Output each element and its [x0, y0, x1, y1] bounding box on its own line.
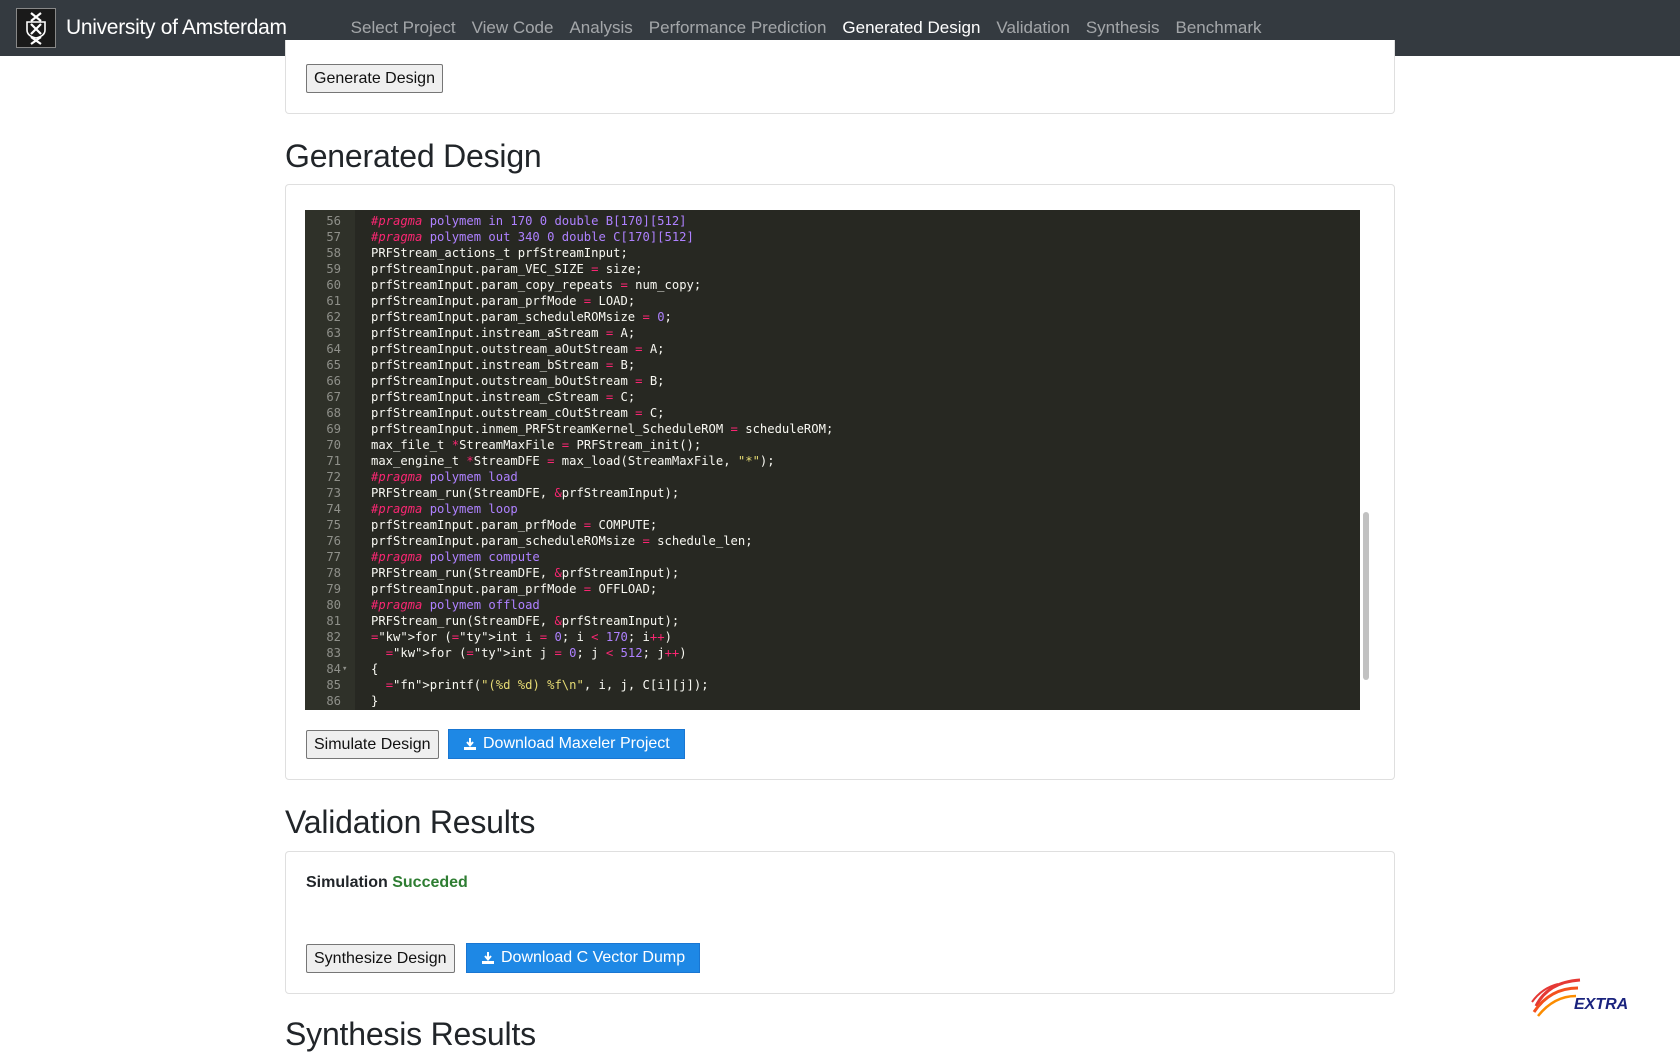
- download-maxeler-project-button[interactable]: Download Maxeler Project: [448, 729, 685, 759]
- nav-performance-prediction[interactable]: Performance Prediction: [641, 18, 835, 38]
- validation-results-heading: Validation Results: [285, 804, 536, 840]
- code-text: max_file_t *StreamMaxFile = PRFStream_in…: [371, 438, 702, 452]
- editor-scrollbar[interactable]: [1363, 512, 1369, 680]
- line-number: 82: [326, 630, 341, 644]
- brand-name: University of Amsterdam: [66, 16, 287, 39]
- line-number: 59: [326, 262, 341, 276]
- synthesize-design-button[interactable]: Synthesize Design: [306, 944, 455, 973]
- line-number: 70: [326, 438, 341, 452]
- line-number: 77: [326, 550, 341, 564]
- line-number: 78: [326, 566, 341, 580]
- simulation-status-label: Simulation: [306, 874, 388, 891]
- nav-select-project[interactable]: Select Project: [343, 18, 464, 38]
- generated-design-heading: Generated Design: [285, 138, 542, 174]
- nav-validation[interactable]: Validation: [988, 18, 1077, 38]
- download-c-vector-dump-label: Download C Vector Dump: [501, 949, 686, 966]
- line-number: 67: [326, 390, 341, 404]
- brand[interactable]: University of Amsterdam: [16, 8, 287, 48]
- nav-analysis[interactable]: Analysis: [561, 18, 640, 38]
- code-text: prfStreamInput.param_prfMode = COMPUTE;: [371, 518, 658, 532]
- code-text: {: [371, 662, 379, 676]
- code-text: prfStreamInput.outstream_cOutStream = C;: [371, 406, 665, 420]
- line-number: 76: [326, 534, 341, 548]
- line-number: 69: [326, 422, 341, 436]
- code-text: #pragma polymem load: [371, 470, 518, 484]
- download-icon: [464, 738, 476, 750]
- line-number: 62: [326, 310, 341, 324]
- line-number: 60: [326, 278, 341, 292]
- download-c-vector-dump-button[interactable]: Download C Vector Dump: [466, 943, 701, 973]
- nav-generated-design[interactable]: Generated Design: [834, 18, 988, 38]
- simulation-status-value: Succeded: [392, 874, 468, 891]
- line-number: 61: [326, 294, 341, 308]
- line-number: 81: [326, 614, 341, 628]
- line-number: 84: [326, 662, 341, 676]
- code-text: #pragma polymem in 170 0 double B[170][5…: [371, 214, 687, 228]
- line-number: 83: [326, 646, 341, 660]
- code-text: prfStreamInput.param_prfMode = OFFLOAD;: [371, 582, 658, 596]
- code-text: PRFStream_run(StreamDFE, &prfStreamInput…: [371, 486, 680, 500]
- code-text: }: [371, 694, 379, 708]
- line-number: 74: [326, 502, 341, 516]
- line-number: 75: [326, 518, 341, 532]
- extra-logo: EXTRA: [1528, 976, 1632, 1025]
- nav-links: Select Project View Code Analysis Perfor…: [343, 18, 1270, 38]
- simulation-status: Simulation Succeded: [306, 874, 468, 892]
- line-number: 58: [326, 246, 341, 260]
- code-text: #pragma polymem loop: [371, 502, 518, 516]
- synthesis-results-heading: Synthesis Results: [285, 1016, 536, 1052]
- code-text: prfStreamInput.param_copy_repeats = num_…: [371, 278, 702, 292]
- line-number: 68: [326, 406, 341, 420]
- line-number: 73: [326, 486, 341, 500]
- code-text: prfStreamInput.outstream_bOutStream = B;: [371, 374, 665, 388]
- download-icon: [482, 952, 494, 964]
- code-text: #pragma polymem compute: [371, 550, 540, 564]
- line-number: 56: [326, 214, 341, 228]
- code-text: PRFStream_run(StreamDFE, &prfStreamInput…: [371, 566, 680, 580]
- line-number: 85: [326, 678, 341, 692]
- simulate-design-button[interactable]: Simulate Design: [306, 730, 439, 759]
- line-number: 63: [326, 326, 341, 340]
- code-text: ="kw">for (="ty">int i = 0; i < 170; i++…: [371, 630, 672, 644]
- code-text: prfStreamInput.instream_bStream = B;: [371, 358, 636, 372]
- line-number: 79: [326, 582, 341, 596]
- code-text: prfStreamInput.param_prfMode = LOAD;: [371, 294, 636, 308]
- fold-arrow-icon[interactable]: ▾: [342, 661, 347, 677]
- code-text: prfStreamInput.outstream_aOutStream = A;: [371, 342, 665, 356]
- code-text: ="kw">for (="ty">int j = 0; j < 512; j++…: [385, 646, 687, 660]
- code-text: max_engine_t *StreamDFE = max_load(Strea…: [371, 454, 775, 468]
- line-number: 80: [326, 598, 341, 612]
- code-text: PRFStream_actions_t prfStreamInput;: [371, 246, 628, 260]
- code-editor[interactable]: 56 #pragma polymem in 170 0 double B[170]…: [305, 210, 1360, 710]
- line-number: 66: [326, 374, 341, 388]
- line-number: 72: [326, 470, 341, 484]
- code-text: prfStreamInput.instream_aStream = A;: [371, 326, 636, 340]
- code-text: prfStreamInput.param_VEC_SIZE = size;: [371, 262, 643, 276]
- nav-view-code[interactable]: View Code: [464, 18, 562, 38]
- line-number: 65: [326, 358, 341, 372]
- line-number: 64: [326, 342, 341, 356]
- generate-design-button[interactable]: Generate Design: [306, 64, 443, 93]
- code-text: ="fn">printf("(%d %d) %f\n", i, j, C[i][…: [385, 678, 709, 692]
- code-text: #pragma polymem out 340 0 double C[170][…: [371, 230, 694, 244]
- code-text: prfStreamInput.inmem_PRFStreamKernel_Sch…: [371, 422, 834, 436]
- download-maxeler-project-label: Download Maxeler Project: [483, 735, 670, 752]
- code-text: prfStreamInput.instream_cStream = C;: [371, 390, 636, 404]
- code-text: #pragma polymem offload: [371, 598, 540, 612]
- code-text: prfStreamInput.param_scheduleROMsize = 0…: [371, 310, 672, 324]
- nav-benchmark[interactable]: Benchmark: [1168, 18, 1270, 38]
- code-text: prfStreamInput.param_scheduleROMsize = s…: [371, 534, 753, 548]
- nav-synthesis[interactable]: Synthesis: [1078, 18, 1168, 38]
- code-text: PRFStream_run(StreamDFE, &prfStreamInput…: [371, 614, 680, 628]
- line-number: 57: [326, 230, 341, 244]
- line-number: 71: [326, 454, 341, 468]
- generate-card: [285, 40, 1395, 114]
- line-number: 86: [326, 694, 341, 708]
- extra-logo-text: EXTRA: [1574, 996, 1629, 1013]
- university-logo-icon: [16, 8, 56, 48]
